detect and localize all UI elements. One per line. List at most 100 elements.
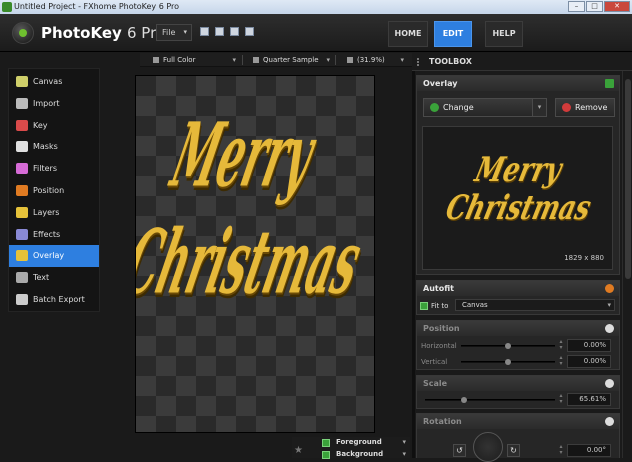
scrollbar-thumb[interactable]	[625, 79, 631, 279]
remove-overlay-button[interactable]: Remove	[555, 98, 615, 117]
autofit-section: Autofit Fit to Canvas	[416, 280, 620, 315]
scale-row: ▴ ▾ 65.61%	[417, 392, 621, 408]
batch-export-icon	[16, 293, 28, 305]
position-section: Position Horizontal ▴ ▾ 0.00% Vertical ▴ ▾…	[416, 320, 620, 370]
text-icon	[16, 272, 28, 284]
reset-icon[interactable]	[605, 417, 614, 426]
sidebar-item-text[interactable]: Text	[9, 267, 99, 289]
sidebar-item-position[interactable]: Position	[9, 180, 99, 202]
sidebar-item-label: Import	[33, 98, 60, 108]
import-icon	[16, 97, 28, 109]
main-canvas[interactable]: Merry Christmas	[135, 75, 375, 433]
grip-icon[interactable]	[417, 58, 423, 66]
masks-icon	[16, 141, 28, 153]
sidebar-item-canvas[interactable]: Canvas	[9, 71, 99, 93]
file-menu-button[interactable]: File	[156, 24, 192, 41]
view-toolbar: Full Color Quarter Sample (31.9%)	[140, 53, 412, 67]
slider-knob[interactable]	[461, 397, 467, 403]
rotate-left-button[interactable]: ↺	[453, 444, 466, 457]
sidebar-item-batch-export[interactable]: Batch Export	[9, 289, 99, 311]
scale-slider[interactable]	[425, 397, 555, 403]
maximize-button[interactable]: □	[586, 1, 603, 12]
scale-value[interactable]: 65.61%	[567, 393, 611, 406]
horizontal-slider[interactable]	[461, 343, 555, 349]
color-mode-select[interactable]: Full Color	[150, 54, 236, 66]
chevron-down-icon[interactable]: ▾	[402, 437, 406, 448]
foreground-visible-checkbox[interactable]	[322, 439, 330, 447]
vertical-label: Vertical	[421, 358, 448, 366]
tab-help[interactable]: HELP	[485, 21, 523, 47]
sidebar-item-masks[interactable]: Masks	[9, 136, 99, 158]
vertical-slider[interactable]	[461, 359, 555, 365]
autofit-heading: Autofit	[423, 284, 454, 293]
sidebar-item-effects[interactable]: Effects	[9, 224, 99, 246]
layer-row-background[interactable]: Background ▾	[292, 449, 410, 460]
rotate-right-button[interactable]: ↻	[507, 444, 520, 457]
reset-icon[interactable]	[605, 324, 614, 333]
slider-knob[interactable]	[505, 343, 511, 349]
email-icon[interactable]	[230, 27, 239, 36]
print-icon[interactable]	[245, 27, 254, 36]
spin-arrows-icon[interactable]: ▴ ▾	[557, 355, 565, 368]
horizontal-value[interactable]: 0.00%	[567, 339, 611, 352]
save-icon[interactable]	[200, 27, 209, 36]
layer-list: ★ Foreground ▾ Background ▾	[292, 437, 410, 460]
rotation-section-header[interactable]: Rotation	[417, 414, 619, 429]
spin-arrows-icon[interactable]: ▴ ▾	[557, 444, 565, 457]
change-options-dropdown[interactable]: ▾	[532, 98, 547, 117]
rotation-value[interactable]: 0.00°	[567, 444, 611, 457]
vertical-value[interactable]: 0.00%	[567, 355, 611, 368]
window-title-bar: Untitled Project - FXhome PhotoKey 6 Pro…	[0, 0, 632, 14]
scale-section: Scale ▴ ▾ 65.61%	[416, 375, 620, 409]
rotation-section: Rotation ↺ ↻ ▴ ▾ 0.00°	[416, 413, 620, 462]
fit-to-row: Fit to Canvas	[417, 298, 621, 314]
brand-name: PhotoKey	[41, 24, 122, 42]
preview-text-line1: Merry	[471, 149, 566, 190]
spin-arrows-icon[interactable]: ▴ ▾	[557, 393, 565, 406]
sidebar-item-filters[interactable]: Filters	[9, 158, 99, 180]
key-icon	[16, 119, 28, 131]
position-section-header[interactable]: Position	[417, 321, 619, 336]
spin-arrows-icon[interactable]: ▴ ▾	[557, 339, 565, 352]
scale-section-header[interactable]: Scale	[417, 376, 619, 391]
overlay-text-line1: Merry	[162, 104, 324, 208]
overlay-enabled-checkbox[interactable]	[605, 79, 614, 88]
sample-quality-select[interactable]: Quarter Sample	[250, 54, 330, 66]
minimize-button[interactable]: –	[568, 1, 585, 12]
tab-home[interactable]: HOME	[388, 21, 428, 47]
sidebar-item-layers[interactable]: Layers	[9, 202, 99, 224]
save-as-icon[interactable]	[215, 27, 224, 36]
sidebar-item-key[interactable]: Key	[9, 115, 99, 137]
overlay-section-header[interactable]: Overlay	[417, 76, 619, 91]
position-icon	[16, 184, 28, 196]
toolbox-scrollbar[interactable]	[622, 71, 632, 458]
horizontal-row: Horizontal ▴ ▾ 0.00%	[417, 338, 621, 354]
sidebar-item-overlay[interactable]: Overlay	[9, 245, 99, 268]
autofit-section-header[interactable]: Autofit	[417, 281, 619, 296]
brand-title: PhotoKey 6 Pro	[41, 24, 165, 42]
add-icon	[430, 103, 439, 112]
sidebar-item-label: Overlay	[33, 251, 65, 261]
window-controls: – □ ✕	[568, 1, 630, 12]
slider-knob[interactable]	[505, 359, 511, 365]
sidebar-item-label: Masks	[33, 142, 58, 152]
filters-icon	[16, 163, 28, 175]
sidebar-item-label: Effects	[33, 229, 61, 239]
fit-to-checkbox[interactable]	[420, 302, 428, 310]
close-button[interactable]: ✕	[604, 1, 630, 12]
effects-icon	[16, 228, 28, 240]
reset-icon[interactable]	[605, 284, 614, 293]
preview-text-line2: Christmas	[442, 187, 595, 228]
zoom-select[interactable]: (31.9%)	[344, 54, 404, 66]
sidebar-item-import[interactable]: Import	[9, 93, 99, 115]
background-label: Background	[336, 450, 384, 458]
canvas-icon	[16, 76, 28, 87]
tab-edit[interactable]: EDIT	[434, 21, 472, 47]
overlay-heading: Overlay	[423, 79, 458, 88]
reset-icon[interactable]	[605, 379, 614, 388]
panel-splitter[interactable]	[412, 53, 415, 458]
chevron-down-icon[interactable]: ▾	[402, 449, 406, 460]
change-overlay-button[interactable]: Change	[423, 98, 533, 117]
layer-row-foreground[interactable]: Foreground ▾	[292, 437, 410, 448]
fit-to-select[interactable]: Canvas	[455, 299, 615, 311]
